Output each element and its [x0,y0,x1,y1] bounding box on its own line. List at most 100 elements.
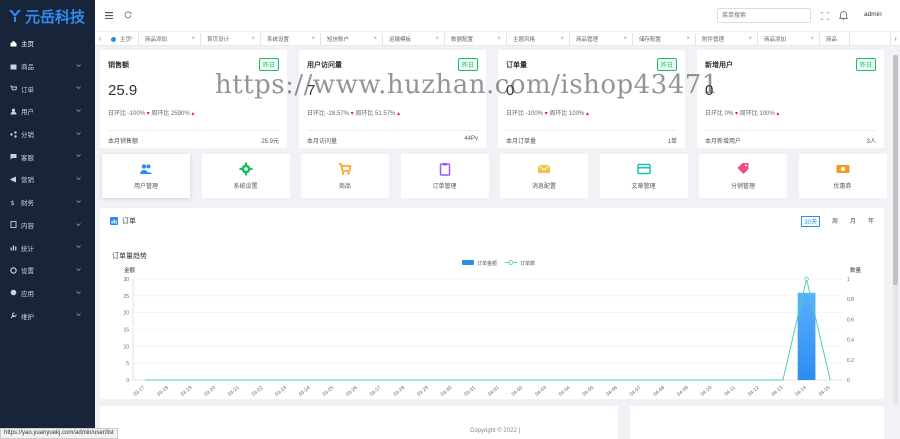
stat-foot-value: 44Pv [464,136,478,142]
quick-link-3[interactable]: 商品 [301,154,389,198]
quick-link-label: 用户管理 [133,184,158,190]
sidebar-item-2[interactable]: 商品 [0,55,95,78]
sidebar-item-label: 商品 [21,64,34,72]
page-scrollbar[interactable] [893,55,898,405]
sidebar-item-11[interactable]: 设置 [0,259,95,282]
content-icon [10,221,17,229]
x-tick-label: 03-25 [322,385,336,398]
close-icon[interactable]: × [497,36,501,42]
sidebar-item-1[interactable]: 主页 [0,32,95,55]
close-icon[interactable]: × [251,36,255,42]
tab-7[interactable]: 数据配置 × [445,33,507,45]
stat-badge: 昨日 [855,58,876,71]
close-icon[interactable]: × [686,36,690,42]
refresh-icon[interactable] [124,11,132,19]
close-icon[interactable]: × [311,36,315,42]
sidebar-item-6[interactable]: 客服 [0,145,95,168]
sidebar-item-13[interactable]: 维护 [0,304,95,327]
x-tick-label: 04-02 [511,385,525,398]
tabs-right-arrow-icon[interactable]: › [890,32,900,46]
sidebar-item-3[interactable]: 订单 [0,77,95,100]
close-icon[interactable]: × [191,36,195,42]
sidebar-item-8[interactable]: $ 财务 [0,191,95,214]
order-chart-card: 订单 30天周月年 订单量趋势 金额 数量 订单金额 订单数 0 5 10 15 20 25 30 0 0… [100,208,884,399]
svg-text:$: $ [11,199,15,206]
range-button-1[interactable]: 30天 [801,216,820,227]
maintain-icon [10,312,17,319]
clipboard-icon [439,163,450,176]
logo-icon [9,10,21,22]
y-tick-label: 10 [123,344,129,350]
close-icon[interactable]: × [623,36,627,42]
range-button-2[interactable]: 周 [832,216,838,227]
finance-icon: $ [11,199,15,206]
sidebar-item-12[interactable]: 应用 [0,282,95,305]
menu-search-input[interactable] [717,8,811,23]
quick-link-2[interactable]: 系统设置 [201,154,290,198]
tab-8[interactable]: 主题风格 × [507,33,570,45]
tab-12[interactable]: 商品添加 × [758,33,820,45]
quick-link-6[interactable]: 文章管理 [599,154,688,198]
quick-link-4[interactable]: 订单管理 [400,154,489,198]
tab-9[interactable]: 商品管理 × [570,33,633,45]
up-arrow-icon: ▴ [584,111,590,117]
stat-title: 销售额 [108,62,129,69]
legend-bar-swatch [462,260,474,265]
close-icon[interactable]: × [373,36,377,42]
stat-value: 25.9 [108,82,138,99]
tab-10[interactable]: 储存配置 × [633,33,696,45]
tab-6[interactable]: 运输模板 × [383,33,445,45]
y2-tick-label: 1 [847,277,850,283]
sidebar-item-7[interactable]: 营销 [0,168,95,191]
legend-label-count[interactable]: 订单数 [520,260,535,267]
x-tick-label: 03-27 [369,385,383,398]
tab-2[interactable]: 商品添加 × [139,33,201,45]
close-icon[interactable]: × [435,36,439,42]
sidebar-item-5[interactable]: 分销 [0,123,95,146]
tab-11[interactable]: 附件管理 × [696,33,758,45]
day-compare: 日环比 -28.57% [307,111,350,117]
sidebar-item-9[interactable]: 内容 [0,214,95,237]
close-icon[interactable]: × [560,36,564,42]
chart-line-point[interactable] [804,276,809,282]
chevron-down-icon [76,63,81,67]
quick-link-label: 消息配置 [531,184,556,190]
legend-label-amount[interactable]: 订单金额 [477,260,497,267]
fullscreen-icon[interactable] [821,12,829,20]
tab-3[interactable]: 首页设计 × [201,33,261,45]
chevron-down-icon [76,290,81,294]
close-icon[interactable]: × [810,36,814,42]
tag-icon [737,163,749,174]
quick-link-8[interactable]: 优惠券 [798,154,887,198]
range-button-3[interactable]: 月 [850,216,856,227]
sidebar-item-4[interactable]: 用户 [0,100,95,123]
tab-label: 数据配置 [451,37,474,43]
close-icon[interactable]: × [748,36,752,42]
sidebar-item-label: 主页 [21,41,34,49]
bell-icon[interactable] [839,10,848,20]
tab-5[interactable]: 短信账户 × [321,33,383,45]
x-tick-label: 03-20 [203,385,217,398]
quick-link-5[interactable]: 消息配置 [500,154,588,198]
x-tick-label: 04-11 [724,385,738,398]
status-bar-url: https://yao.yuanyuekj.com/admin/user/lis… [0,428,118,439]
tab-4[interactable]: 系统设置 × [261,33,321,45]
hamburger-icon[interactable] [105,12,113,19]
tab-1[interactable]: 主页 × [105,33,139,45]
tab-13[interactable]: 商品 [820,33,850,45]
range-button-4[interactable]: 年 [868,216,874,227]
stat-foot-label: 本月访问量 [307,139,338,145]
user-menu[interactable]: admin [864,11,882,18]
marketing-icon [10,176,16,183]
scrollbar-thumb[interactable] [893,55,898,285]
tabs-left-arrow-icon[interactable]: ‹ [95,32,105,46]
quick-link-7[interactable]: 分销管理 [699,154,787,198]
sidebar-item-10[interactable]: 统计 [0,236,95,259]
quick-link-1[interactable]: 用户管理 [102,154,190,198]
y2-tick-label: 0 [847,378,850,384]
close-icon[interactable]: × [129,36,133,42]
logo[interactable]: 元岳科技 [0,0,95,32]
sidebar-item-label: 客服 [21,154,34,162]
goods-icon [10,64,17,70]
stat-compare: 日环比 -100% ▾ 周环比 2590% ▴ [108,108,194,117]
